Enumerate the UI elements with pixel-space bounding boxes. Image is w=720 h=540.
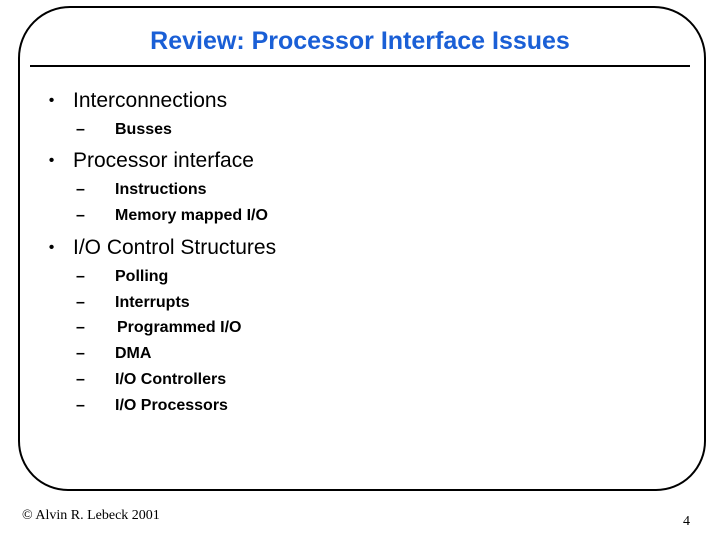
subitem-label: I/O Controllers [115,371,227,388]
bullet-icon: • [48,239,55,256]
dash-icon: – [76,371,85,388]
dash-icon: – [76,319,85,336]
subitem-label: DMA [115,345,152,362]
dash-icon: – [76,121,85,138]
dash-icon: – [76,207,85,224]
bullet-icon: • [48,92,55,109]
bullet-processor-interface: • Processor interface [30,148,254,174]
dash-icon: – [76,181,85,198]
bullet-icon: • [48,152,55,169]
slide: Review: Processor Interface Issues • Int… [0,0,720,540]
dash-icon: – [76,345,85,362]
dash-icon: – [76,397,85,414]
bullet-label: Processor interface [73,149,254,172]
bullet-label: Interconnections [73,89,228,112]
dash-icon: – [76,294,85,311]
slide-content: • Interconnections – Busses • Processor … [0,0,720,540]
subitem-label: Memory mapped I/O [115,207,268,224]
subitem-label: Instructions [115,181,207,198]
subitem-label: Programmed I/O [117,319,242,336]
subitem-label: I/O Processors [115,397,228,414]
bullet-io-control-structures: • I/O Control Structures [30,235,276,261]
bullet-interconnections: • Interconnections [30,88,227,114]
subitem-label: Interrupts [115,294,190,311]
bullet-label: I/O Control Structures [73,236,277,259]
subitem-label: Polling [115,268,169,285]
dash-icon: – [76,268,85,285]
copyright-footer: © Alvin R. Lebeck 2001 [22,508,160,523]
subitem-label: Busses [115,121,172,138]
page-number: 4 [683,514,690,529]
